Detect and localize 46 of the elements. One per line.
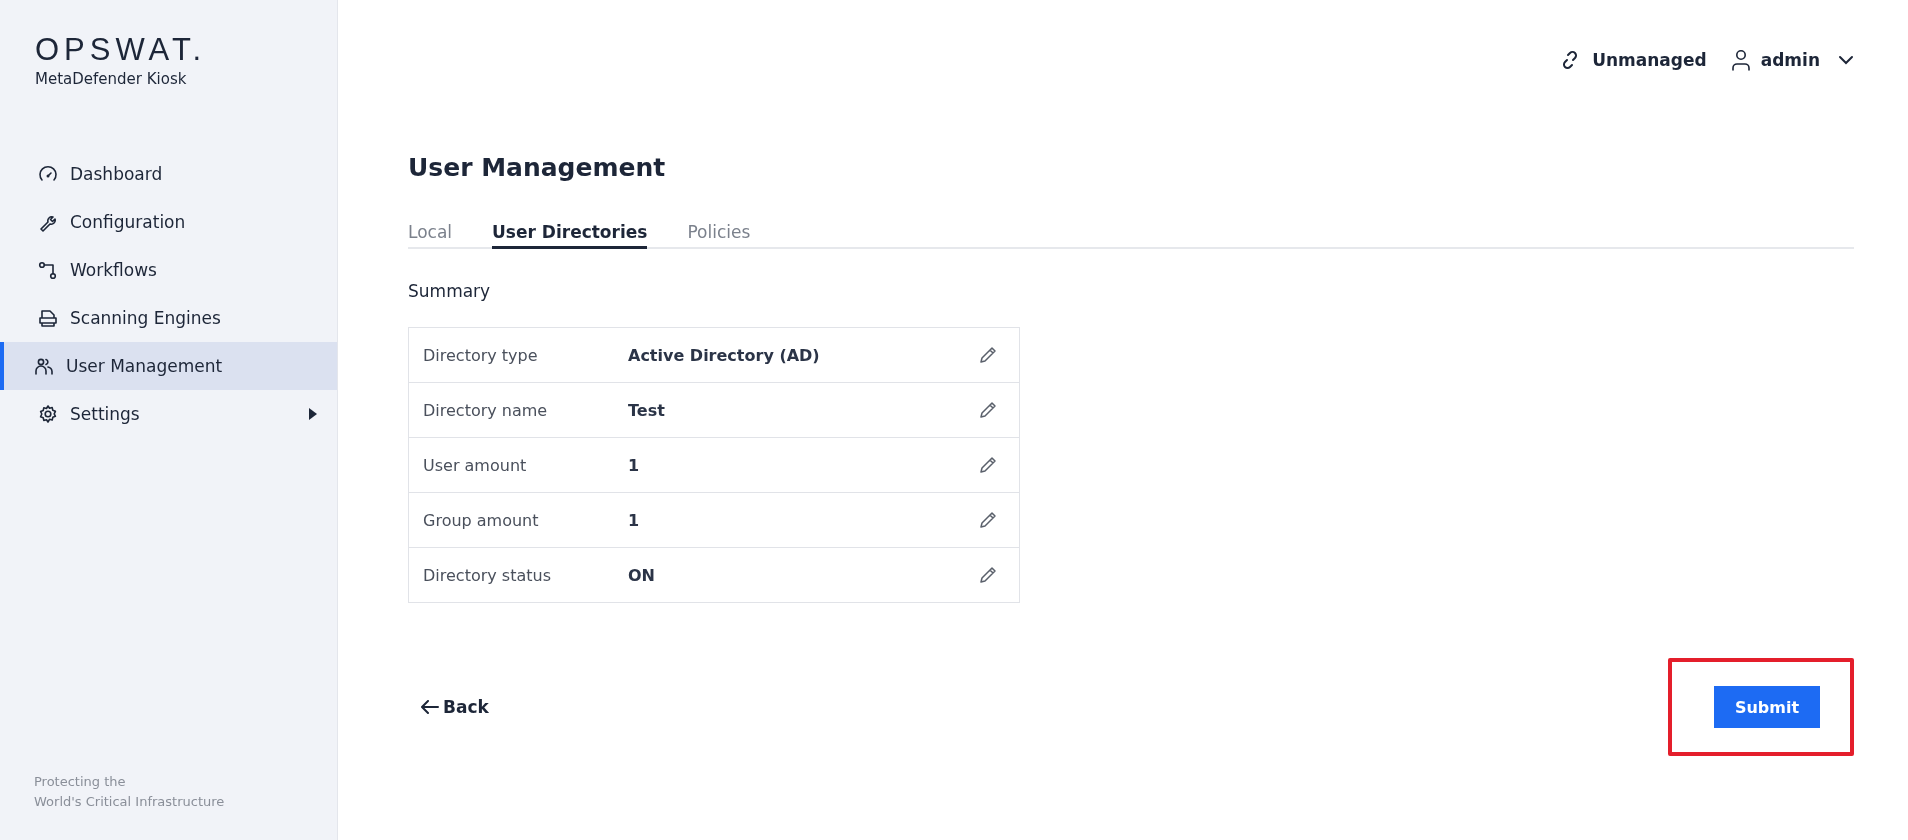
field-value: ON [628,565,656,585]
sidebar-item[interactable]: Settings [0,390,337,438]
field-value: Active Directory (AD) [628,345,821,365]
sidebar-item[interactable]: Configuration [0,198,337,246]
field-value: Test [628,400,666,420]
arrow-left-icon [421,700,439,714]
status-text: Unmanaged [1592,50,1707,70]
field-value: 1 [628,510,641,530]
pencil-icon [977,454,999,476]
field-label: Directory status [423,565,552,585]
back-button[interactable]: Back [408,697,489,717]
logo-text: OPSWAT. [35,34,207,66]
tab[interactable]: Policies [687,222,751,249]
users-icon [34,356,54,376]
sidebar-item[interactable]: Workflows [0,246,337,294]
edit-button[interactable] [977,509,999,531]
field-value: 1 [628,455,641,475]
chevron-down-icon [1838,55,1854,65]
user-icon [1730,49,1751,71]
section-heading: Summary [408,281,492,301]
field-label: Group amount [423,510,540,530]
edit-button[interactable] [977,344,999,366]
settings-icon [38,404,58,424]
pencil-icon [977,399,999,421]
sidebar-item[interactable]: User Management [0,342,337,390]
tagline-text: World's Critical Infrastructure [34,793,225,811]
pencil-icon [977,509,999,531]
tab[interactable]: User Directories [492,222,648,249]
edit-button[interactable] [977,564,999,586]
product-name: MetaDefender Kiosk [35,70,187,88]
tagline-text: Protecting the [34,773,126,791]
sidebar-item[interactable]: Scanning Engines [0,294,337,342]
user-menu[interactable]: admin [1730,49,1854,71]
gauge-icon [38,164,58,184]
field-label: User amount [423,455,528,475]
edit-button[interactable] [977,454,999,476]
pencil-icon [977,344,999,366]
tab[interactable]: Local [408,222,453,249]
sidebar-item[interactable]: Dashboard [0,150,337,198]
edit-button[interactable] [977,399,999,421]
submit-button[interactable]: Submit [1714,686,1820,728]
page-title: User Management [408,152,667,184]
field-label: Directory type [423,345,539,365]
flow-icon [38,260,58,280]
field-label: Directory name [423,400,549,420]
pencil-icon [977,564,999,586]
